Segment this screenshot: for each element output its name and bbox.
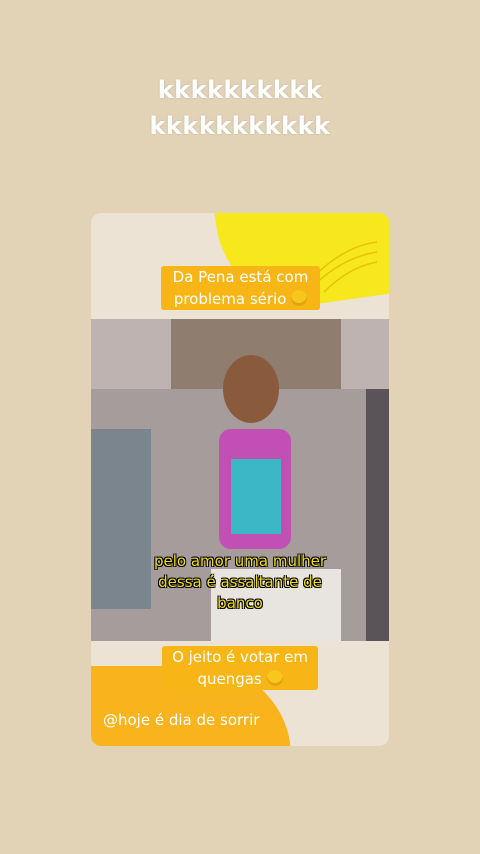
header-label-line-1: Da Pena está com: [172, 268, 309, 286]
rolling-laughing-emoji-icon: [266, 670, 283, 686]
top-caption-line-1: kkkkkkkkkk: [157, 76, 323, 104]
header-label: Da Pena está com problema sério: [161, 266, 320, 310]
subtitle-line-2: dessa é assaltante de: [158, 573, 322, 591]
top-caption: kkkkkkkkkk kkkkkkkkkkk: [0, 72, 480, 144]
video-frame[interactable]: pelo amor uma mulher dessa é assaltante …: [91, 319, 389, 641]
account-handle: @hoje é dia de sorrir: [103, 711, 260, 729]
subtitle-line-1: pelo amor uma mulher: [153, 552, 327, 570]
rolling-laughing-emoji-icon: [291, 290, 308, 306]
header-label-line-2: problema sério: [173, 290, 287, 308]
footer-label-line-1: O jeito é votar em: [172, 648, 308, 666]
video-subtitle: pelo amor uma mulher dessa é assaltante …: [91, 551, 389, 614]
top-caption-line-2: kkkkkkkkkkk: [149, 112, 331, 140]
footer-label-line-2: quengas: [197, 670, 262, 688]
footer-label: O jeito é votar em quengas: [162, 646, 318, 690]
subtitle-line-3: banco: [217, 594, 263, 612]
